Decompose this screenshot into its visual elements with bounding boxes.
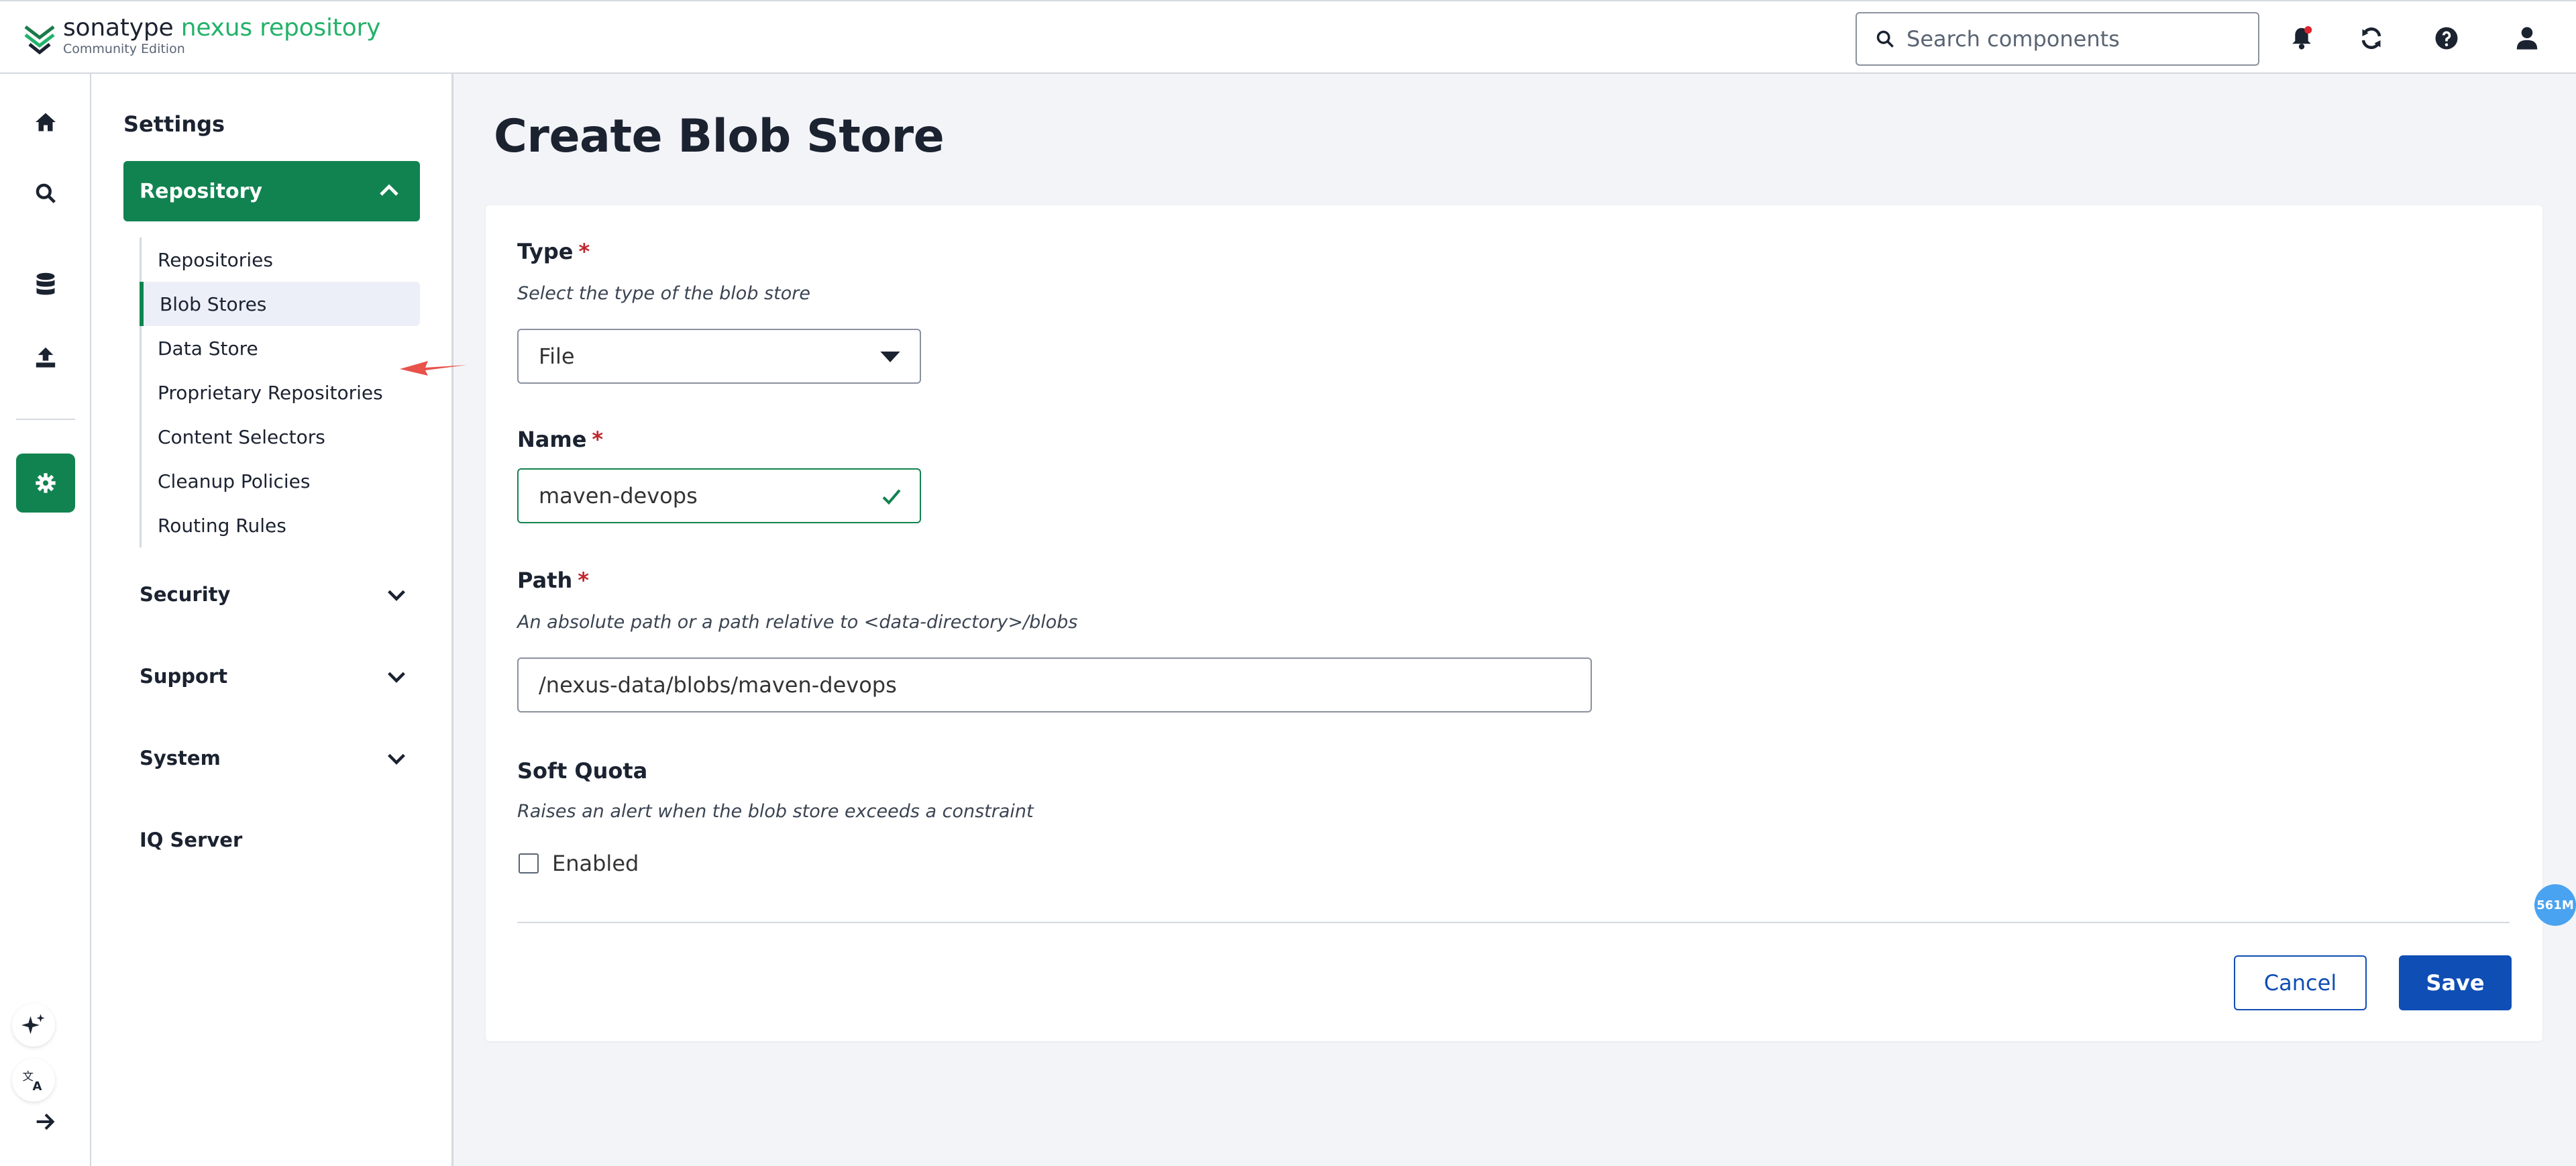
path-input[interactable]: /nexus-data/blobs/maven-devops bbox=[517, 657, 1592, 712]
soft-quota-enabled-row[interactable]: Enabled bbox=[519, 851, 639, 876]
chevron-down-icon bbox=[388, 590, 405, 601]
sparkle-icon bbox=[21, 1014, 45, 1035]
rail-divider bbox=[16, 419, 75, 420]
rail-search-button[interactable] bbox=[16, 164, 75, 223]
refresh-icon bbox=[2361, 27, 2381, 50]
home-icon bbox=[36, 113, 56, 131]
translate-icon: 文 A bbox=[23, 1070, 42, 1092]
search-icon bbox=[1876, 30, 1894, 48]
annotation-arrow-icon bbox=[400, 361, 467, 376]
name-input[interactable]: maven-devops bbox=[517, 468, 921, 523]
notifications-button[interactable] bbox=[2285, 21, 2318, 55]
repository-sub-list: Repositories Blob Stores Data Store Prop… bbox=[140, 237, 420, 547]
app-logo[interactable]: sonatype nexus repository Community Edit… bbox=[23, 13, 380, 56]
security-section-toggle[interactable]: Security bbox=[140, 574, 421, 615]
memory-badge[interactable]: 561M bbox=[2534, 884, 2576, 926]
chevron-down-icon bbox=[388, 672, 405, 683]
sidebar-item-repositories[interactable]: Repositories bbox=[142, 237, 420, 282]
settings-sidebar: Settings Repository Repositories Blob St… bbox=[91, 74, 467, 1166]
security-section-label: Security bbox=[140, 583, 231, 606]
required-mark: * bbox=[578, 568, 589, 593]
user-button[interactable] bbox=[2510, 21, 2544, 55]
form-divider bbox=[517, 922, 2510, 923]
system-section-label: System bbox=[140, 747, 221, 770]
soft-quota-help: Raises an alert when the blob store exce… bbox=[517, 801, 1034, 822]
chevron-up-icon bbox=[380, 184, 398, 196]
type-select[interactable]: File bbox=[517, 329, 921, 384]
arrow-right-icon bbox=[36, 1113, 55, 1130]
required-mark: * bbox=[592, 427, 604, 452]
sidebar-item-blob-stores[interactable]: Blob Stores bbox=[140, 282, 420, 326]
soft-quota-label: Soft Quota bbox=[517, 758, 648, 784]
user-icon bbox=[2516, 27, 2538, 50]
left-rail: 文 A bbox=[0, 74, 91, 1166]
bell-icon bbox=[2292, 26, 2312, 50]
system-section-toggle[interactable]: System bbox=[140, 738, 421, 778]
name-input-value: maven-devops bbox=[539, 483, 698, 509]
chevron-down-icon bbox=[388, 753, 405, 765]
path-input-value: /nexus-data/blobs/maven-devops bbox=[539, 672, 897, 698]
sidebar-item-routing-rules[interactable]: Routing Rules bbox=[142, 503, 420, 547]
page-title: Create Blob Store bbox=[494, 110, 945, 163]
iq-server-label: IQ Server bbox=[140, 829, 243, 851]
sonatype-logo-icon bbox=[24, 25, 55, 55]
repository-section-toggle[interactable]: Repository bbox=[123, 161, 420, 221]
soft-quota-checkbox[interactable] bbox=[519, 853, 539, 873]
iq-server-link[interactable]: IQ Server bbox=[140, 820, 421, 860]
gear-icon bbox=[36, 473, 56, 493]
cancel-button[interactable]: Cancel bbox=[2234, 955, 2367, 1010]
rail-upload-button[interactable] bbox=[16, 327, 75, 386]
sidebar-item-cleanup-policies[interactable]: Cleanup Policies bbox=[142, 459, 420, 503]
name-label: Name * bbox=[517, 427, 604, 452]
rail-browse-button[interactable] bbox=[16, 255, 75, 314]
path-label: Path * bbox=[517, 568, 589, 593]
search-icon bbox=[36, 183, 56, 203]
logo-product: nexus repository bbox=[180, 14, 381, 42]
help-button[interactable] bbox=[2430, 21, 2463, 55]
ai-assistant-button[interactable] bbox=[12, 1004, 55, 1047]
required-mark: * bbox=[578, 239, 590, 264]
sidebar-item-data-store[interactable]: Data Store bbox=[142, 326, 420, 370]
settings-title: Settings bbox=[123, 111, 225, 137]
svg-text:A: A bbox=[33, 1079, 42, 1092]
path-help: An absolute path or a path relative to <… bbox=[517, 612, 1078, 633]
type-select-value: File bbox=[539, 343, 575, 369]
check-icon bbox=[882, 489, 901, 505]
soft-quota-checkbox-label: Enabled bbox=[552, 851, 639, 876]
save-button[interactable]: Save bbox=[2399, 955, 2512, 1010]
repository-section-label: Repository bbox=[140, 179, 262, 203]
support-section-toggle[interactable]: Support bbox=[140, 656, 421, 696]
rail-settings-button[interactable] bbox=[16, 454, 75, 513]
sidebar-item-proprietary-repositories[interactable]: Proprietary Repositories bbox=[142, 370, 420, 415]
top-header: sonatype nexus repository Community Edit… bbox=[0, 0, 2576, 74]
sidebar-item-content-selectors[interactable]: Content Selectors bbox=[142, 415, 420, 459]
type-label: Type * bbox=[517, 239, 590, 264]
type-help: Select the type of the blob store bbox=[517, 283, 810, 304]
logo-edition: Community Edition bbox=[63, 42, 185, 56]
database-icon bbox=[36, 272, 55, 295]
refresh-button[interactable] bbox=[2355, 21, 2388, 55]
caret-down-icon bbox=[880, 352, 900, 362]
rail-home-button[interactable] bbox=[16, 93, 75, 152]
logo-brand: sonatype bbox=[63, 14, 174, 42]
search-box[interactable] bbox=[1856, 12, 2259, 66]
upload-icon bbox=[36, 347, 56, 368]
expand-rail-button[interactable] bbox=[16, 1092, 75, 1151]
help-icon bbox=[2435, 27, 2458, 50]
support-section-label: Support bbox=[140, 665, 228, 688]
search-input[interactable] bbox=[1907, 26, 2242, 52]
